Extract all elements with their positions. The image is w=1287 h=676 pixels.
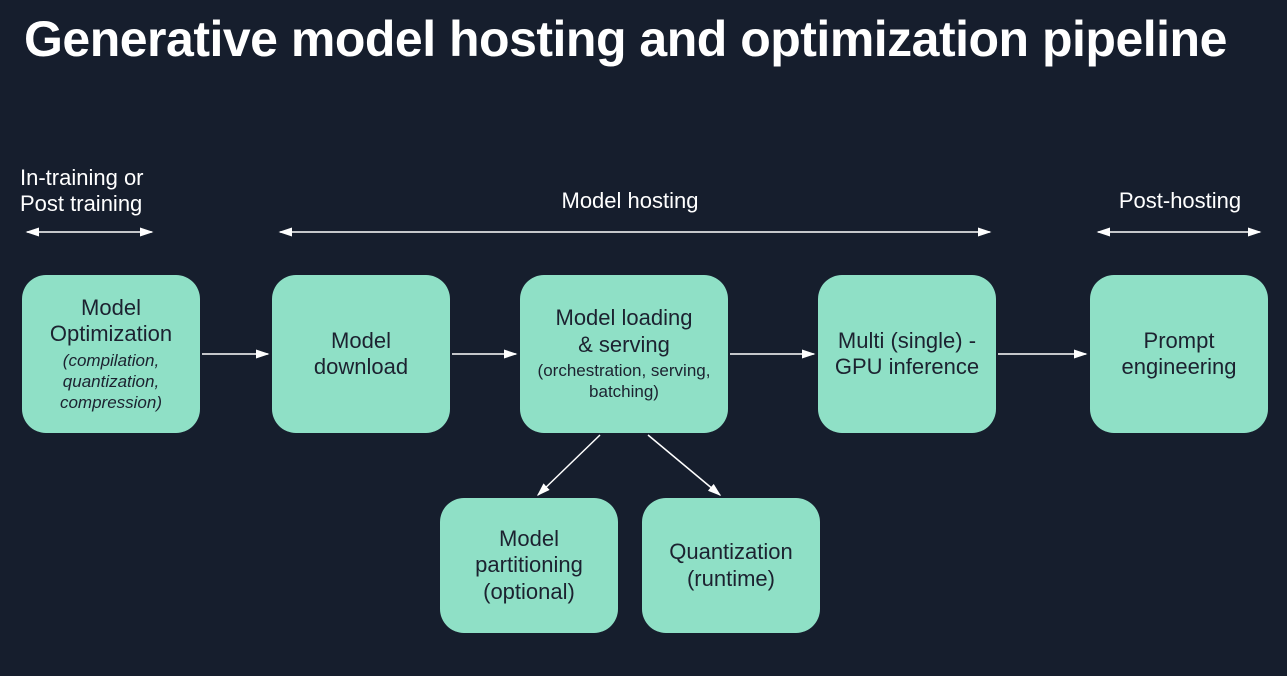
- box-optimize-main: Model Optimization: [50, 295, 172, 348]
- box-model-loading-serving: Model loading & serving (orchestration, …: [520, 275, 728, 433]
- arrow-loading-to-partitioning: [538, 435, 600, 495]
- box-optimize-sub: (compilation, quantization, compression): [60, 350, 162, 414]
- arrow-loading-to-quantization: [648, 435, 720, 495]
- box-model-optimization: Model Optimization (compilation, quantiz…: [22, 275, 200, 433]
- box-partition-main: Model partitioning (optional): [475, 526, 583, 605]
- box-download-main: Model download: [314, 328, 408, 381]
- box-loading-sub: (orchestration, serving, batching): [538, 360, 711, 403]
- box-quant-main: Quantization (runtime): [669, 539, 793, 592]
- slide-title: Generative model hosting and optimizatio…: [24, 10, 1227, 68]
- box-prompt-engineering: Prompt engineering: [1090, 275, 1268, 433]
- box-gpu-inference: Multi (single) - GPU inference: [818, 275, 996, 433]
- box-prompt-main: Prompt engineering: [1122, 328, 1237, 381]
- box-model-download: Model download: [272, 275, 450, 433]
- box-quantization-runtime: Quantization (runtime): [642, 498, 820, 633]
- box-gpu-main: Multi (single) - GPU inference: [835, 328, 979, 381]
- box-loading-main: Model loading & serving: [556, 305, 693, 358]
- phase-post-label: Post-hosting: [1095, 188, 1265, 214]
- phase-hosting-label: Model hosting: [520, 188, 740, 214]
- box-model-partitioning: Model partitioning (optional): [440, 498, 618, 633]
- phase-pre-label: In-training or Post training: [20, 165, 190, 217]
